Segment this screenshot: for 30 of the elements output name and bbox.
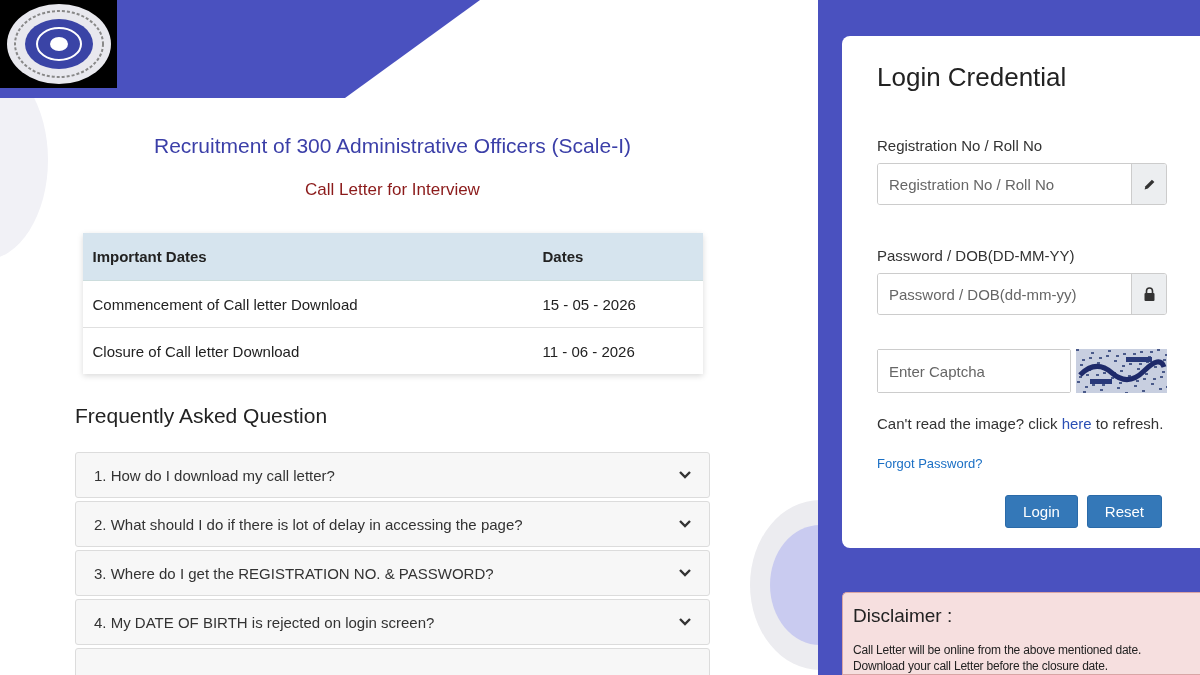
page-title: Recruitment of 300 Administrative Officers (Scale-I) xyxy=(154,134,631,158)
input-field[interactable]: Registration No / Roll No xyxy=(877,163,1167,205)
captcha-field[interactable]: Enter Captcha xyxy=(877,349,1071,393)
table-cell: 11 - 06 - 2026 xyxy=(532,327,703,374)
disclaimer-title: Disclaimer : xyxy=(853,605,954,627)
refresh-text: Can't read the image? click here to refresh. xyxy=(877,415,1165,432)
faq-question: 2. What should I do if there is lot of delay in accessing the page? xyxy=(94,515,523,533)
column-header: Dates xyxy=(532,233,703,281)
table-cell: Closure of Call letter Download xyxy=(82,327,533,374)
page-subtitle: Call Letter for Interview xyxy=(305,180,480,200)
login-button[interactable]: Login xyxy=(1005,495,1078,528)
reset-button[interactable]: Reset xyxy=(1086,495,1162,528)
faq-item[interactable]: 4. My DATE OF BIRTH is rejected on login screen? xyxy=(75,599,710,645)
input-field[interactable]: Password / DOB(dd-mm-yy) xyxy=(877,273,1167,315)
faq-question: 4. My DATE OF BIRTH is rejected on login screen? xyxy=(94,613,435,631)
table-cell: Commencement of Call letter Download xyxy=(82,280,533,328)
disclaimer-text: Call Letter will be online from the above mentioned date. Download your call Letter before the closure date. xyxy=(853,642,1143,674)
column-header: Important Dates xyxy=(82,233,533,281)
faq-question: 1. How do I download my call letter? xyxy=(94,466,335,484)
card-title: Login Credential xyxy=(877,62,1068,93)
section-heading: Frequently Asked Question xyxy=(75,404,328,428)
faq-question: 3. Where do I get the REGISTRATION NO. & PASSWORD? xyxy=(94,564,494,582)
field-label: Password / DOB(DD-MM-YY) xyxy=(877,247,1076,264)
faq-item[interactable]: 2. What should I do if there is lot of delay in accessing the page? xyxy=(75,501,710,547)
faq-item[interactable]: 1. How do I download my call letter? xyxy=(75,452,710,498)
forgot-password-link[interactable]: Forgot Password? xyxy=(877,456,983,471)
field-label: Registration No / Roll No xyxy=(877,137,1044,154)
faq-item[interactable]: 3. Where do I get the REGISTRATION NO. & PASSWORD? xyxy=(75,550,710,596)
table-cell: 15 - 05 - 2026 xyxy=(532,280,703,328)
refresh-link[interactable]: here xyxy=(1061,415,1092,432)
